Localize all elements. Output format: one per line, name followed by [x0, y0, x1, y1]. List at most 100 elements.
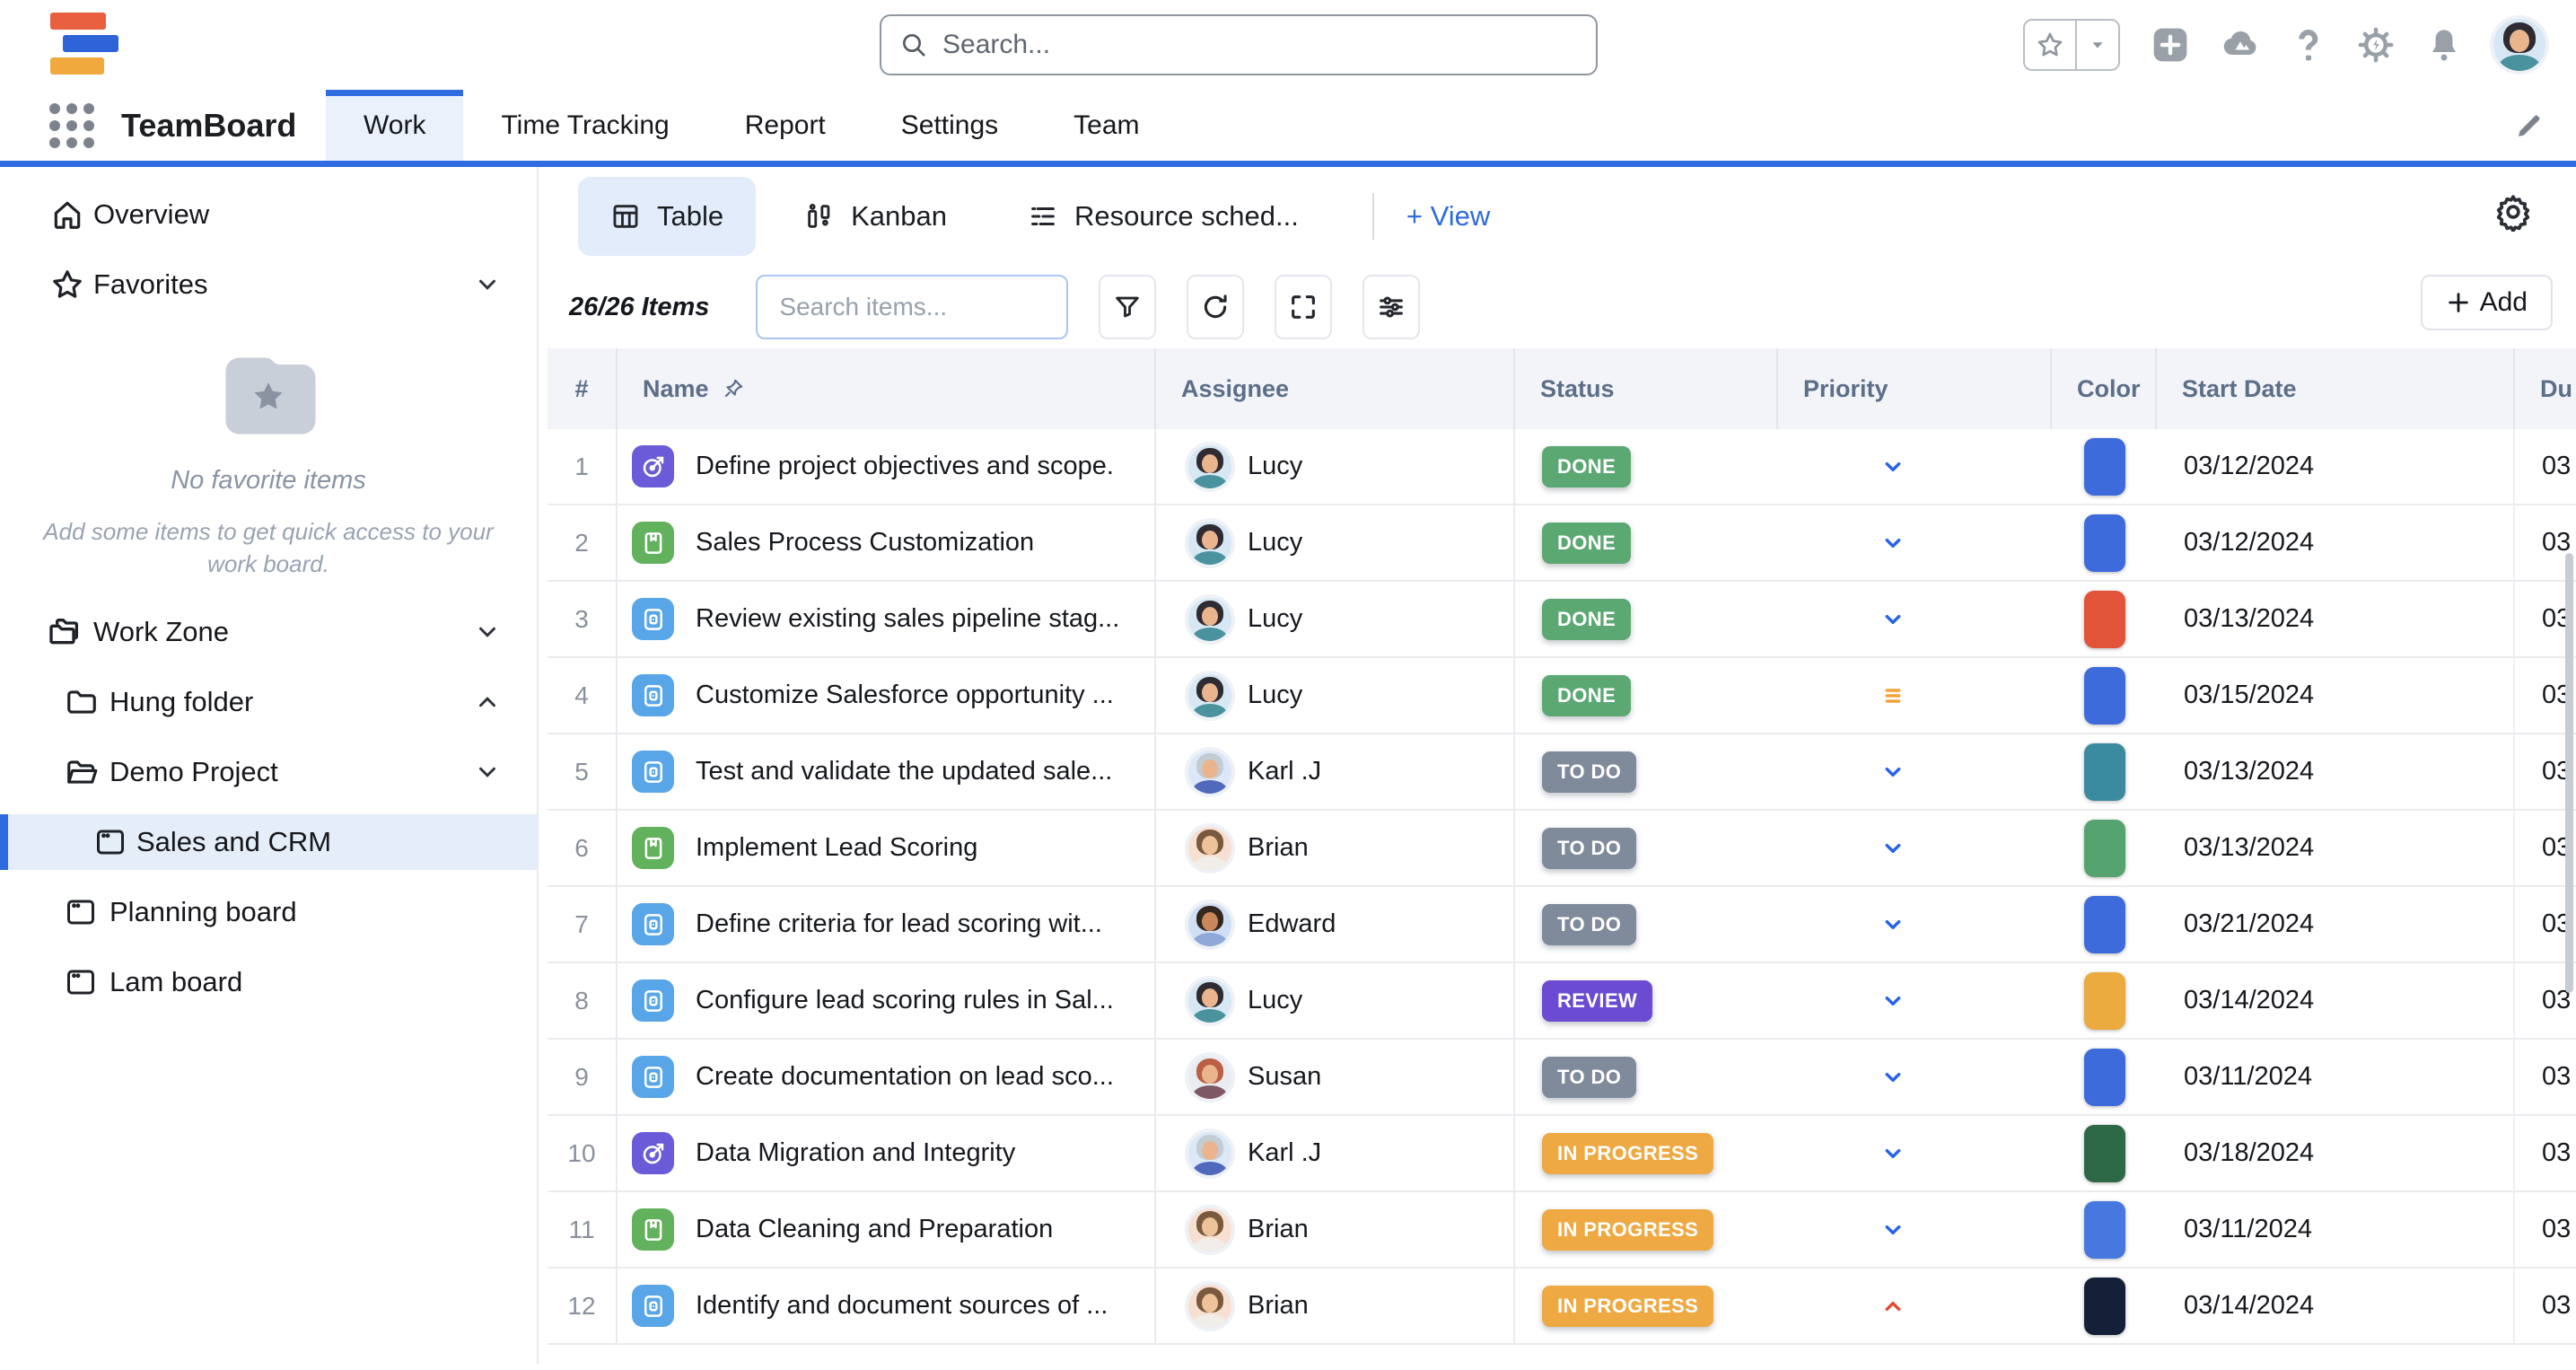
- table-row[interactable]: 4 Customize Salesforce opportunity ... L…: [548, 658, 2576, 734]
- start-date[interactable]: 03/11/2024: [2157, 1040, 2515, 1114]
- caret-down-icon[interactable]: [2075, 21, 2118, 69]
- due-date[interactable]: 03: [2515, 1192, 2576, 1267]
- start-date[interactable]: 03/14/2024: [2157, 1269, 2515, 1343]
- status-badge[interactable]: REVIEW: [1542, 980, 1652, 1022]
- table-row[interactable]: 12 Identify and document sources of ... …: [548, 1269, 2576, 1345]
- status-badge[interactable]: TO DO: [1542, 904, 1636, 945]
- sidebar-item-overview[interactable]: Overview: [0, 187, 537, 242]
- priority-down-icon[interactable]: [1879, 1216, 1907, 1244]
- priority-down-icon[interactable]: [1879, 452, 1907, 481]
- color-chip[interactable]: [2084, 1125, 2125, 1182]
- add-item-button[interactable]: Add: [2421, 275, 2553, 330]
- edit-pencil-icon[interactable]: [2513, 110, 2545, 142]
- pin-icon[interactable]: [722, 377, 745, 400]
- display-settings-button[interactable]: [1362, 275, 1420, 339]
- table-row[interactable]: 9 Create documentation on lead sco... Su…: [548, 1040, 2576, 1116]
- task-name[interactable]: Data Migration and Integrity: [696, 1138, 1015, 1168]
- apps-grid-icon[interactable]: [49, 103, 94, 148]
- column-header-priority[interactable]: Priority: [1778, 348, 2052, 429]
- status-badge[interactable]: TO DO: [1542, 751, 1636, 793]
- view-tab-resource-sched-[interactable]: Resource sched...: [995, 177, 1331, 256]
- cloud-icon[interactable]: [2221, 25, 2260, 65]
- table-row[interactable]: 3 Review existing sales pipeline stag...…: [548, 582, 2576, 658]
- items-search-input[interactable]: [777, 292, 1047, 322]
- add-view-button[interactable]: + View: [1406, 200, 1490, 233]
- nav-tab-time-tracking[interactable]: Time Tracking: [463, 90, 706, 161]
- status-badge[interactable]: DONE: [1542, 675, 1631, 716]
- task-name[interactable]: Test and validate the updated sale...: [696, 757, 1112, 786]
- priority-down-icon[interactable]: [1879, 1063, 1907, 1092]
- priority-down-icon[interactable]: [1879, 910, 1907, 939]
- table-row[interactable]: 1 Define project objectives and scope. L…: [548, 429, 2576, 505]
- column-header-assignee[interactable]: Assignee: [1156, 348, 1515, 429]
- chevron-down-icon[interactable]: [474, 271, 501, 298]
- task-name[interactable]: Define project objectives and scope.: [696, 452, 1114, 481]
- priority-medium-icon[interactable]: [1879, 681, 1907, 710]
- app-logo-icon[interactable]: [50, 11, 131, 81]
- add-new-item-row[interactable]: Add new item: [548, 1345, 2576, 1364]
- task-name[interactable]: Data Cleaning and Preparation: [696, 1215, 1053, 1244]
- table-row[interactable]: 6 Implement Lead Scoring Brian TO DO 03/…: [548, 811, 2576, 887]
- chevron-down-icon[interactable]: [474, 759, 501, 786]
- color-chip[interactable]: [2084, 820, 2125, 877]
- task-name[interactable]: Create documentation on lead sco...: [696, 1062, 1114, 1092]
- refresh-button[interactable]: [1187, 275, 1244, 339]
- help-icon[interactable]: [2291, 27, 2326, 63]
- favorite-split-button[interactable]: [2023, 19, 2120, 71]
- task-name[interactable]: Identify and document sources of ...: [696, 1291, 1108, 1321]
- sidebar-item-planning-board[interactable]: Planning board: [0, 884, 537, 940]
- view-tab-table[interactable]: Table: [578, 177, 756, 256]
- sidebar-item-sales-and-crm[interactable]: Sales and CRM: [0, 814, 537, 870]
- color-chip[interactable]: [2084, 743, 2125, 801]
- column-header-start-date[interactable]: Start Date: [2157, 348, 2515, 429]
- sidebar-item-lam-board[interactable]: Lam board: [0, 954, 537, 1010]
- priority-down-icon[interactable]: [1879, 987, 1907, 1015]
- start-date[interactable]: 03/18/2024: [2157, 1116, 2515, 1190]
- task-name[interactable]: Implement Lead Scoring: [696, 833, 977, 863]
- priority-down-icon[interactable]: [1879, 605, 1907, 634]
- bell-icon[interactable]: [2425, 26, 2463, 64]
- color-chip[interactable]: [2084, 667, 2125, 725]
- start-date[interactable]: 03/13/2024: [2157, 811, 2515, 885]
- sidebar-item-demo-project[interactable]: Demo Project: [0, 744, 537, 800]
- view-tab-kanban[interactable]: Kanban: [772, 177, 979, 256]
- table-row[interactable]: 2 Sales Process Customization Lucy DONE …: [548, 505, 2576, 582]
- table-row[interactable]: 8 Configure lead scoring rules in Sal...…: [548, 963, 2576, 1040]
- due-date[interactable]: 03: [2515, 1269, 2576, 1343]
- account-avatar[interactable]: [2493, 19, 2545, 71]
- due-date[interactable]: 03: [2515, 1040, 2576, 1114]
- table-row[interactable]: 7 Define criteria for lead scoring wit..…: [548, 887, 2576, 963]
- table-row[interactable]: 5 Test and validate the updated sale... …: [548, 734, 2576, 811]
- chevron-down-icon[interactable]: [474, 619, 501, 645]
- status-badge[interactable]: TO DO: [1542, 1057, 1636, 1098]
- sidebar-item-favorites[interactable]: Favorites: [0, 257, 537, 312]
- status-badge[interactable]: TO DO: [1542, 828, 1636, 869]
- nav-tab-work[interactable]: Work: [326, 90, 463, 161]
- priority-down-icon[interactable]: [1879, 758, 1907, 786]
- column-header-due-date[interactable]: Du: [2515, 348, 2576, 429]
- nav-tab-team[interactable]: Team: [1036, 90, 1177, 161]
- sidebar-item-work-zone[interactable]: Work Zone: [0, 604, 537, 660]
- filter-button[interactable]: [1099, 275, 1156, 339]
- start-date[interactable]: 03/12/2024: [2157, 505, 2515, 580]
- color-chip[interactable]: [2084, 1049, 2125, 1106]
- start-date[interactable]: 03/15/2024: [2157, 658, 2515, 733]
- column-header-name[interactable]: Name: [618, 348, 1156, 429]
- color-chip[interactable]: [2084, 591, 2125, 648]
- column-header-number[interactable]: #: [548, 348, 618, 429]
- color-chip[interactable]: [2084, 1278, 2125, 1335]
- plus-square-icon[interactable]: [2151, 25, 2190, 65]
- table-row[interactable]: 10 Data Migration and Integrity Karl .J …: [548, 1116, 2576, 1192]
- status-badge[interactable]: IN PROGRESS: [1542, 1286, 1713, 1327]
- color-chip[interactable]: [2084, 896, 2125, 953]
- start-date[interactable]: 03/14/2024: [2157, 963, 2515, 1038]
- color-chip[interactable]: [2084, 972, 2125, 1030]
- view-settings-gear-icon[interactable]: [2493, 192, 2533, 232]
- fullscreen-button[interactable]: [1275, 275, 1332, 339]
- task-name[interactable]: Review existing sales pipeline stag...: [696, 604, 1119, 634]
- start-date[interactable]: 03/12/2024: [2157, 429, 2515, 504]
- task-name[interactable]: Sales Process Customization: [696, 528, 1034, 558]
- due-date[interactable]: 03: [2515, 1116, 2576, 1190]
- start-date[interactable]: 03/21/2024: [2157, 887, 2515, 962]
- column-header-status[interactable]: Status: [1515, 348, 1778, 429]
